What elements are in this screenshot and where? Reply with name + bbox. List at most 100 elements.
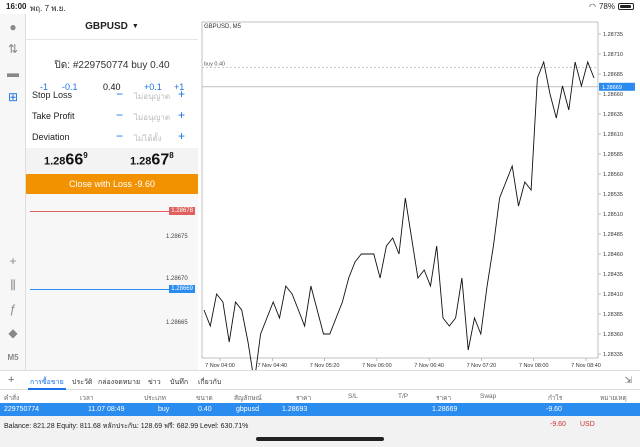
deviation-label: Deviation	[32, 132, 70, 142]
y-tick-label: 1.28560	[603, 172, 623, 178]
symbol-selector[interactable]: GBPUSD ▼	[26, 14, 198, 40]
cell-open-price: 1.28693	[282, 406, 308, 413]
ask-level-tag: 1.28678	[169, 207, 195, 215]
chevron-down-icon: ▼	[131, 23, 139, 30]
ask-price-sup: 8	[169, 151, 174, 160]
tab-news[interactable]: ข่าว	[148, 377, 161, 388]
bid-price: 1.28669	[44, 151, 88, 169]
col-header: ราคา	[436, 395, 452, 402]
y-tick-label: 1.28435	[603, 272, 623, 278]
account-icon[interactable]: ●	[4, 18, 22, 36]
take-profit-minus-button[interactable]: −	[116, 108, 123, 122]
take-profit-plus-button[interactable]: +	[178, 108, 185, 122]
layout-icon[interactable]: ⇲	[624, 375, 632, 386]
cell-time: 11.07 08:49	[88, 406, 125, 413]
tab-history[interactable]: ประวัติ	[72, 377, 92, 388]
bid-price-prefix: 1.28	[44, 155, 66, 168]
ask-price-prefix: 1.28	[130, 155, 152, 168]
ask-price-big: 67	[151, 151, 170, 169]
chart-svg: GBPUSD, M51.287351.287101.286851.286601.…	[201, 21, 635, 370]
tab-about[interactable]: เกี่ยวกับ	[198, 377, 221, 388]
take-profit-label: Take Profit	[32, 111, 75, 121]
y-tick-label: 1.28510	[603, 212, 623, 218]
deviation-field: Deviation − ไม่ได้ตั้ง +	[26, 128, 198, 148]
x-tick-label: 7 Nov 07:20	[467, 363, 497, 369]
y-tick-label: 1.28360	[603, 332, 623, 338]
total-profit: -9.60	[550, 421, 566, 428]
y-tick-label: 1.28460	[603, 252, 623, 258]
plot-frame	[201, 21, 599, 359]
bid-price-big: 66	[65, 151, 84, 169]
price-chart[interactable]: GBPUSD, M5 1.28735 1.28710 1.28685 1.28660 1.…	[198, 14, 640, 370]
y-tick-label: 1.28335	[603, 352, 623, 358]
depth-label: 1.28665	[166, 320, 188, 326]
ask-price: 1.28678	[130, 151, 174, 169]
x-tick-label: 7 Nov 08:00	[519, 363, 549, 369]
col-header: เวลา	[80, 395, 94, 402]
depth-label: 1.28675	[166, 234, 188, 240]
cell-profit: -9.60	[546, 406, 562, 413]
crosshair-icon[interactable]: +	[4, 252, 22, 270]
new-order-icon[interactable]: ⊞	[4, 88, 22, 106]
status-time: 16:00	[6, 2, 27, 11]
price-depth: 1.28678 1.28675 1.28670 1.28669 1.28665	[26, 194, 198, 370]
x-tick-label: 7 Nov 04:00	[205, 363, 235, 369]
cell-size: 0.40	[198, 406, 212, 413]
table-row[interactable]: 229750774 11.07 08:49 buy 0.40 gbpusd 1.…	[0, 403, 640, 416]
trade-icon[interactable]: ⇅	[4, 40, 22, 58]
indicators-icon[interactable]: ⫼	[4, 276, 22, 294]
tab-journal[interactable]: บันทึก	[170, 377, 188, 388]
position-info: ปิด: #229750774 buy 0.40	[54, 60, 170, 71]
bid-price-sup: 9	[83, 151, 88, 160]
y-tick-label: 1.28610	[603, 132, 623, 138]
table-header: คำสั่ง เวลา ประเภท ขนาด สัญลักษณ์ ราคา S…	[0, 390, 640, 403]
balance-text: Balance: 821.28 Equity: 811.68 หลักประกั…	[4, 423, 249, 430]
battery-percent: 78%	[598, 2, 615, 11]
x-tick-label: 7 Nov 04:40	[257, 363, 287, 369]
deviation-input[interactable]: ไม่ได้ตั้ง	[134, 132, 162, 145]
chat-icon[interactable]: ▬	[4, 64, 22, 82]
profit-currency: USD	[580, 421, 595, 428]
deviation-minus-button[interactable]: −	[116, 129, 123, 143]
col-header: T/P	[398, 393, 409, 400]
tab-mailbox[interactable]: กล่องจดหมาย	[98, 377, 140, 388]
col-header: S/L	[348, 393, 358, 400]
stop-loss-plus-button[interactable]: +	[178, 87, 185, 101]
bid-level-tag: 1.28669	[169, 285, 195, 293]
y-tick-label: 1.28485	[603, 232, 623, 238]
col-header: กำไร	[548, 395, 563, 402]
plus-icon[interactable]: +	[8, 374, 14, 386]
stop-loss-label: Stop Loss	[32, 90, 73, 100]
chart-title: GBPUSD, M5	[204, 24, 242, 30]
col-header: หมายเหตุ	[600, 395, 627, 402]
col-header: Swap	[480, 393, 497, 400]
col-header: สัญลักษณ์	[234, 395, 262, 402]
cell-current-price: 1.28669	[432, 406, 458, 413]
order-label: buy 0.40	[204, 62, 225, 68]
tab-trade[interactable]: การซื้อขาย	[30, 377, 64, 388]
x-tick-label: 7 Nov 06:00	[362, 363, 392, 369]
x-tick-label: 7 Nov 05:20	[310, 363, 340, 369]
wifi-icon: ◠	[589, 2, 596, 11]
col-header: ประเภท	[144, 395, 166, 402]
status-bar: 16:00 พฤ. 7 พ.ย. ◠ 78%	[0, 0, 640, 14]
objects-icon[interactable]: ◆	[4, 324, 22, 342]
current-price-label: 1.28669	[602, 85, 622, 91]
stop-loss-minus-button[interactable]: −	[116, 87, 123, 101]
depth-label: 1.28670	[166, 276, 188, 282]
deviation-plus-button[interactable]: +	[178, 129, 185, 143]
y-tick-label: 1.28685	[603, 72, 623, 78]
left-toolbar: ● ⇅ ▬ ⊞ + ⫼ ƒ ◆ M5	[0, 14, 26, 370]
close-position-button[interactable]: Close with Loss -9.60	[26, 174, 198, 194]
y-tick-label: 1.28410	[603, 292, 623, 298]
x-tick-label: 7 Nov 08:40	[571, 363, 601, 369]
stop-loss-input[interactable]: ไม่อนุญาต	[134, 90, 170, 103]
take-profit-input[interactable]: ไม่อนุญาต	[134, 111, 170, 124]
timeframe-icon[interactable]: M5	[4, 348, 22, 366]
stop-loss-field: Stop Loss − ไม่อนุญาต +	[26, 86, 198, 106]
function-icon[interactable]: ƒ	[4, 300, 22, 318]
bottom-tabs: + การซื้อขาย ประวัติ กล่องจดหมาย ข่าว บั…	[0, 370, 640, 390]
y-tick-label: 1.28385	[603, 312, 623, 318]
home-indicator	[256, 437, 384, 441]
cell-type: buy	[158, 406, 170, 413]
